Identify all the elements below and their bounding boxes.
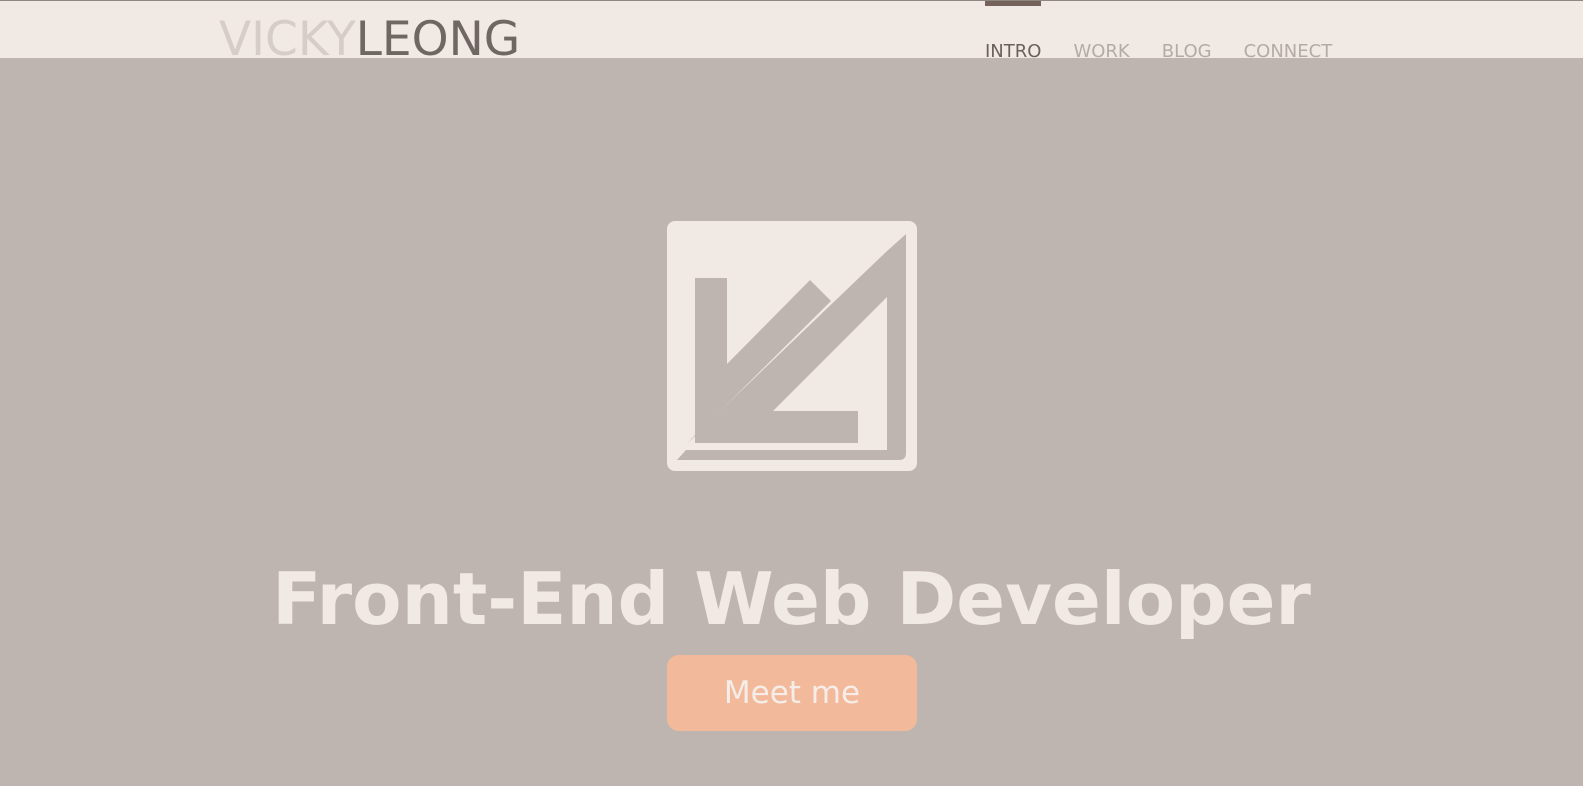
hero-section: Front-End Web Developer Meet me [0,58,1583,786]
nav-item-connect[interactable]: CONNECT [1244,1,1333,62]
nav-item-blog[interactable]: BLOG [1162,1,1212,62]
page: VICKYLEONG INTRO WORK BLOG CONNECT Front… [0,0,1583,786]
main-nav: INTRO WORK BLOG CONNECT [985,1,1364,62]
nav-item-work[interactable]: WORK [1073,1,1129,62]
hero-title: Front-End Web Developer [272,557,1311,642]
nav-item-intro[interactable]: INTRO [985,1,1042,62]
meet-me-button[interactable]: Meet me [667,655,917,731]
top-navigation-bar: VICKYLEONG INTRO WORK BLOG CONNECT [0,0,1583,67]
vl-monogram-icon [667,221,917,471]
